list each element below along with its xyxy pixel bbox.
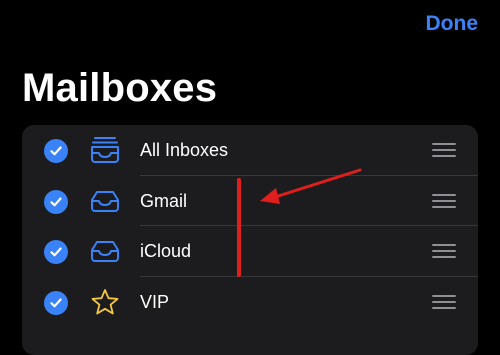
mailbox-label: All Inboxes [140, 140, 229, 160]
mailbox-label: VIP [140, 291, 170, 312]
reorder-handle-icon[interactable] [432, 244, 456, 258]
mailbox-row-vip[interactable]: VIP [22, 277, 478, 328]
page-title: Mailboxes [22, 66, 218, 110]
tray-icon [88, 236, 122, 266]
star-icon [88, 287, 122, 317]
tray-stack-icon [88, 135, 122, 165]
mailbox-row-gmail[interactable]: Gmail [22, 176, 478, 226]
mailbox-label: Gmail [140, 190, 188, 211]
checkmark-icon[interactable] [44, 189, 68, 214]
checkmark-icon[interactable] [44, 290, 68, 315]
tray-icon [88, 186, 122, 216]
mailbox-row-all-inboxes[interactable]: All Inboxes [22, 125, 478, 176]
mailbox-label: iCloud [140, 241, 192, 261]
mailbox-list: All Inboxes Gmail iCloud VIP [22, 125, 478, 355]
reorder-handle-icon[interactable] [432, 193, 456, 208]
done-button[interactable]: Done [426, 12, 479, 36]
reorder-handle-icon[interactable] [432, 294, 456, 309]
mailbox-row-icloud[interactable]: iCloud [22, 226, 478, 277]
checkmark-icon[interactable] [44, 139, 68, 163]
checkmark-icon[interactable] [44, 240, 68, 264]
reorder-handle-icon[interactable] [432, 143, 456, 157]
